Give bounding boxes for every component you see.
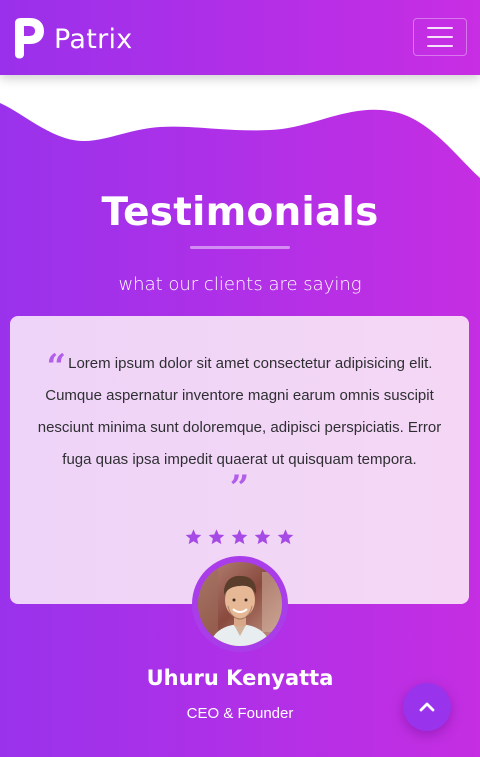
- hamburger-menu-icon-bar: [427, 27, 453, 29]
- section-title: Testimonials: [101, 190, 379, 235]
- star-icon: [208, 529, 225, 545]
- p-letter-logo-icon: [15, 18, 44, 59]
- star-icon: [277, 529, 294, 545]
- author-name: Uhuru Kenyatta: [146, 666, 334, 690]
- chevron-up-icon: [419, 702, 435, 712]
- open-quote-icon: “: [46, 347, 67, 387]
- back-to-top-button[interactable]: [403, 683, 451, 731]
- section-subtitle: what our clients are saying: [118, 274, 362, 295]
- testimonial-quote-text: Lorem ipsum dolor sit amet consectetur a…: [37, 355, 442, 468]
- star-icon: [185, 529, 202, 545]
- title-underline: [190, 246, 290, 249]
- rating-stars: [10, 528, 469, 546]
- close-quote-icon: ”: [229, 468, 250, 508]
- hamburger-menu-icon-bar: [427, 45, 453, 47]
- brand-name: Patrix: [54, 23, 133, 55]
- brand-link[interactable]: Patrix: [13, 17, 133, 59]
- star-icon: [254, 529, 271, 545]
- hamburger-menu-icon-bar: [427, 36, 453, 38]
- navbar: Patrix: [0, 0, 480, 75]
- testimonial-quote: “Lorem ipsum dolor sit amet consectetur …: [30, 348, 449, 476]
- avatar-ring: [192, 556, 288, 652]
- star-icon: [231, 529, 248, 545]
- author-avatar: [198, 562, 282, 646]
- hamburger-menu-button[interactable]: [413, 18, 467, 56]
